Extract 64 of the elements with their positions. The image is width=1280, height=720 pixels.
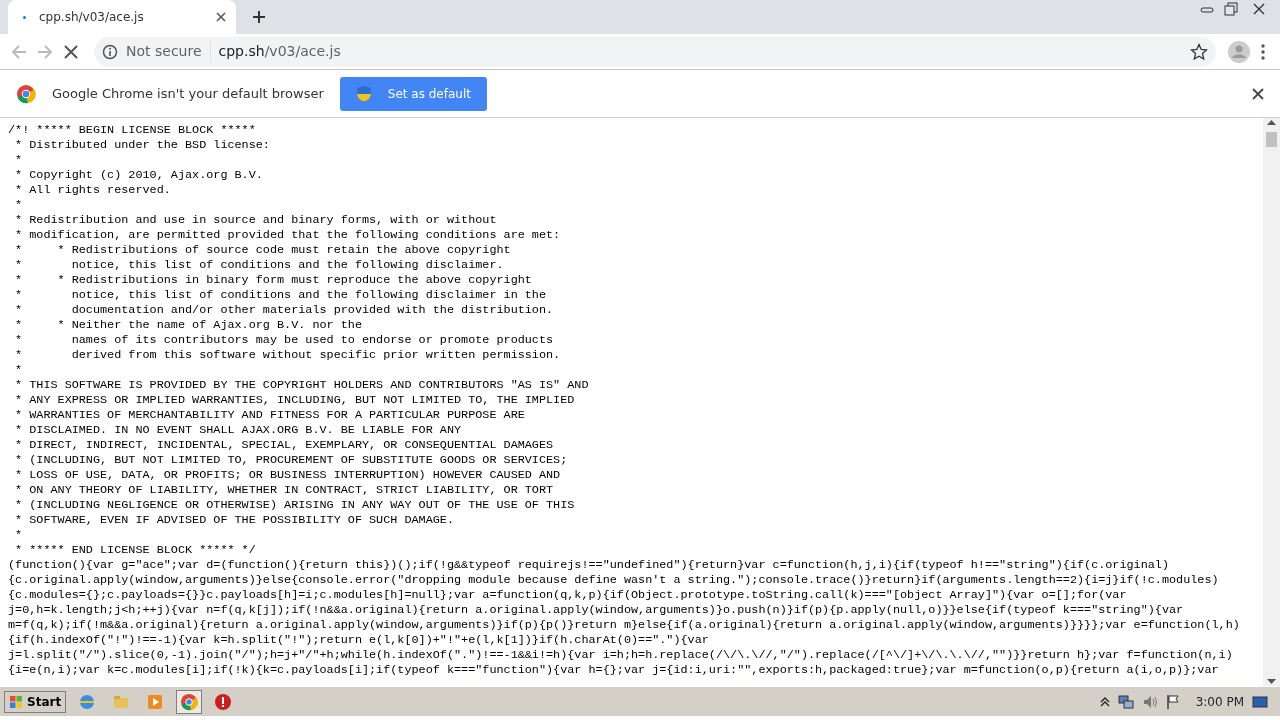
browser-tab[interactable]: cpp.sh/v03/ace.js [8, 0, 236, 34]
address-bar[interactable]: Not secure cpp.sh/v03/ace.js [94, 36, 1216, 67]
code-line: j=l.split("/").slice(0,-1).join("/");h=j+"/"+h;while(h.indexOf(".")!==-1&&i!=h){var i=h;h=h.replace(/\/\.\//,"/").replace(/[^\/]+\/\.\.\//,"")}}return h};var f=function(n,i) [8, 648, 1234, 663]
infobar-message: Google Chrome isn't your default browser [52, 84, 324, 103]
code-line: * modification, are permitted provided that the following conditions are met: [14, 228, 562, 243]
code-line: {i=e(n,i);var k=c.modules[i];if(!k){k=c.payloads[i];if(typeof k==="function"){var h={};var j={id:i,uri:"",exports:h,packaged:true};var m=function(o,p){return a(i,o,p)};var [8, 663, 1220, 678]
code-line: * [14, 363, 24, 378]
start-button[interactable]: Start [4, 690, 67, 713]
code-line: {c.original.apply(window,arguments)}else{console.error("dropping module because define wasn't a string.");console.trace()}return}if(arguments.length==2){i=j}if(!c.modules) [8, 573, 1220, 588]
code-line: * [14, 153, 24, 168]
chrome-logo-icon [16, 83, 36, 104]
network-icon[interactable] [1117, 693, 1134, 710]
show-desktop-icon[interactable] [1252, 694, 1268, 709]
code-line: * * Redistributions in binary form must reproduce the above copyright [14, 273, 533, 288]
code-line: * [14, 528, 24, 543]
code-line: * DIRECT, INDIRECT, INCIDENTAL, SPECIAL, EXEMPLARY, OR CONSEQUENTIAL DAMAGES [14, 438, 555, 453]
code-line: * * Redistributions of source code must retain the above copyright [14, 243, 512, 258]
flag-icon[interactable] [1165, 693, 1180, 710]
code-line: * notice, this list of conditions and the following disclaimer. [14, 258, 505, 273]
code-line: * Copyright (c) 2010, Ajax.org B.V. [14, 168, 264, 183]
chevron-up-icon[interactable] [1099, 695, 1110, 708]
code-line: {c.modules={};c.payloads={}}c.payloads[h]=i;c.modules[h]=null};var a=function(q,k,p){if(Object.prototype.toString.call(k)==="[object Array]"){var o=[];for(var [8, 588, 1128, 603]
code-line: * THIS SOFTWARE IS PROVIDED BY THE COPYRIGHT HOLDERS AND CONTRIBUTORS "AS IS" AND [14, 378, 590, 393]
code-line: * ANY EXPRESS OR IMPLIED WARRANTIES, INCLUDING, BUT NOT LIMITED TO, THE IMPLIED [14, 393, 576, 408]
security-label: Not secure [126, 42, 202, 61]
code-line: * ON ANY THEORY OF LIABILITY, WHETHER IN CONTRACT, STRICT LIABILITY, OR TORT [14, 483, 555, 498]
url-path: /v03/ace.js [264, 43, 341, 59]
code-line: * DISCLAIMED. IN NO EVENT SHALL AJAX.ORG B.V. BE LIABLE FOR ANY [14, 423, 463, 438]
code-line: * (INCLUDING, BUT NOT LIMITED TO, PROCUREMENT OF SUBSTITUTE GOODS OR SERVICES; [14, 453, 569, 468]
code-line: * Distributed under the BSD license: [14, 138, 271, 153]
stop-sign-icon[interactable] [214, 692, 233, 711]
close-icon[interactable] [1252, 87, 1264, 100]
scrollbar-thumb[interactable] [1266, 132, 1277, 147]
code-line: j=0,h=k.length;j<h;++j){var n=f(q,k[j]);if(!n&&a.original){return a.original.apply(window,arguments)}o.push(n)}if(p){p.apply(null,o)}}else{if(typeof k==="string"){var [8, 603, 1185, 618]
code-line: * names of its contributors may be used to endorse or promote products [14, 333, 555, 348]
code-line: * [14, 198, 24, 213]
clock[interactable]: 3:00 PM [1195, 692, 1244, 711]
code-line: * All rights reserved. [14, 183, 172, 198]
code-line: * WARRANTIES OF MERCHANTABILITY AND FITNESS FOR A PARTICULAR PURPOSE ARE [14, 408, 526, 423]
tab-title: cpp.sh/v03/ace.js [39, 9, 145, 26]
loading-icon [23, 15, 26, 19]
code-line: * derived from this software without specific prior written permission. [14, 348, 562, 363]
close-icon[interactable] [216, 12, 226, 22]
chrome-icon[interactable] [180, 692, 199, 711]
scroll-up-icon [1266, 118, 1277, 128]
url-host: cpp.sh [218, 43, 265, 59]
code-line: * Redistribution and use in source and binary forms, with or without [14, 213, 498, 228]
code-line: /*! ***** BEGIN LICENSE BLOCK ***** [8, 123, 257, 138]
code-line: * ***** END LICENSE BLOCK ***** */ [14, 543, 257, 558]
windows-logo-icon [9, 694, 23, 709]
code-line: * documentation and/or other materials provided with the distribution. [14, 303, 555, 318]
code-line: m=f(q,k);if(!m&&a.original){return a.original.apply(window,arguments)}if(p){p()}return m}else{if(a.original){return a.original.apply(window,arguments)}}}};var e=function(l,h) [8, 618, 1241, 633]
code-line: (function(){var g="ace";var d=(function(){return this})();if(!g&&typeof requirejs!=="undefined"){return}var c=function(h,j,i){if(typeof h!=="string"){if(c.original) [8, 558, 1170, 573]
code-line: {if(h.indexOf("!")!==-1){var k=h.split("!");return e(l,k[0])+"!"+e(l,k[1])}if(h.charAt(0)=="."){var [8, 633, 710, 648]
code-line: * LOSS OF USE, DATA, OR PROFITS; OR BUSINESS INTERRUPTION) HOWEVER CAUSED AND [14, 468, 562, 483]
code-line: * (INCLUDING NEGLIGENCE OR OTHERWISE) ARISING IN ANY WAY OUT OF THE USE OF THIS [14, 498, 576, 513]
info-icon [102, 43, 118, 60]
star-icon[interactable] [1190, 42, 1208, 61]
set-default-button[interactable]: Set as default [339, 76, 487, 111]
new-tab-icon[interactable] [252, 10, 266, 24]
code-line: * * Neither the name of Ajax.org B.V. nor the [14, 318, 363, 333]
code-line: * SOFTWARE, EVEN IF ADVISED OF THE POSSIBILITY OF SUCH DAMAGE. [14, 513, 455, 528]
code-line: * notice, this list of conditions and the following disclaimer in the [14, 288, 548, 303]
shield-icon [355, 85, 372, 102]
